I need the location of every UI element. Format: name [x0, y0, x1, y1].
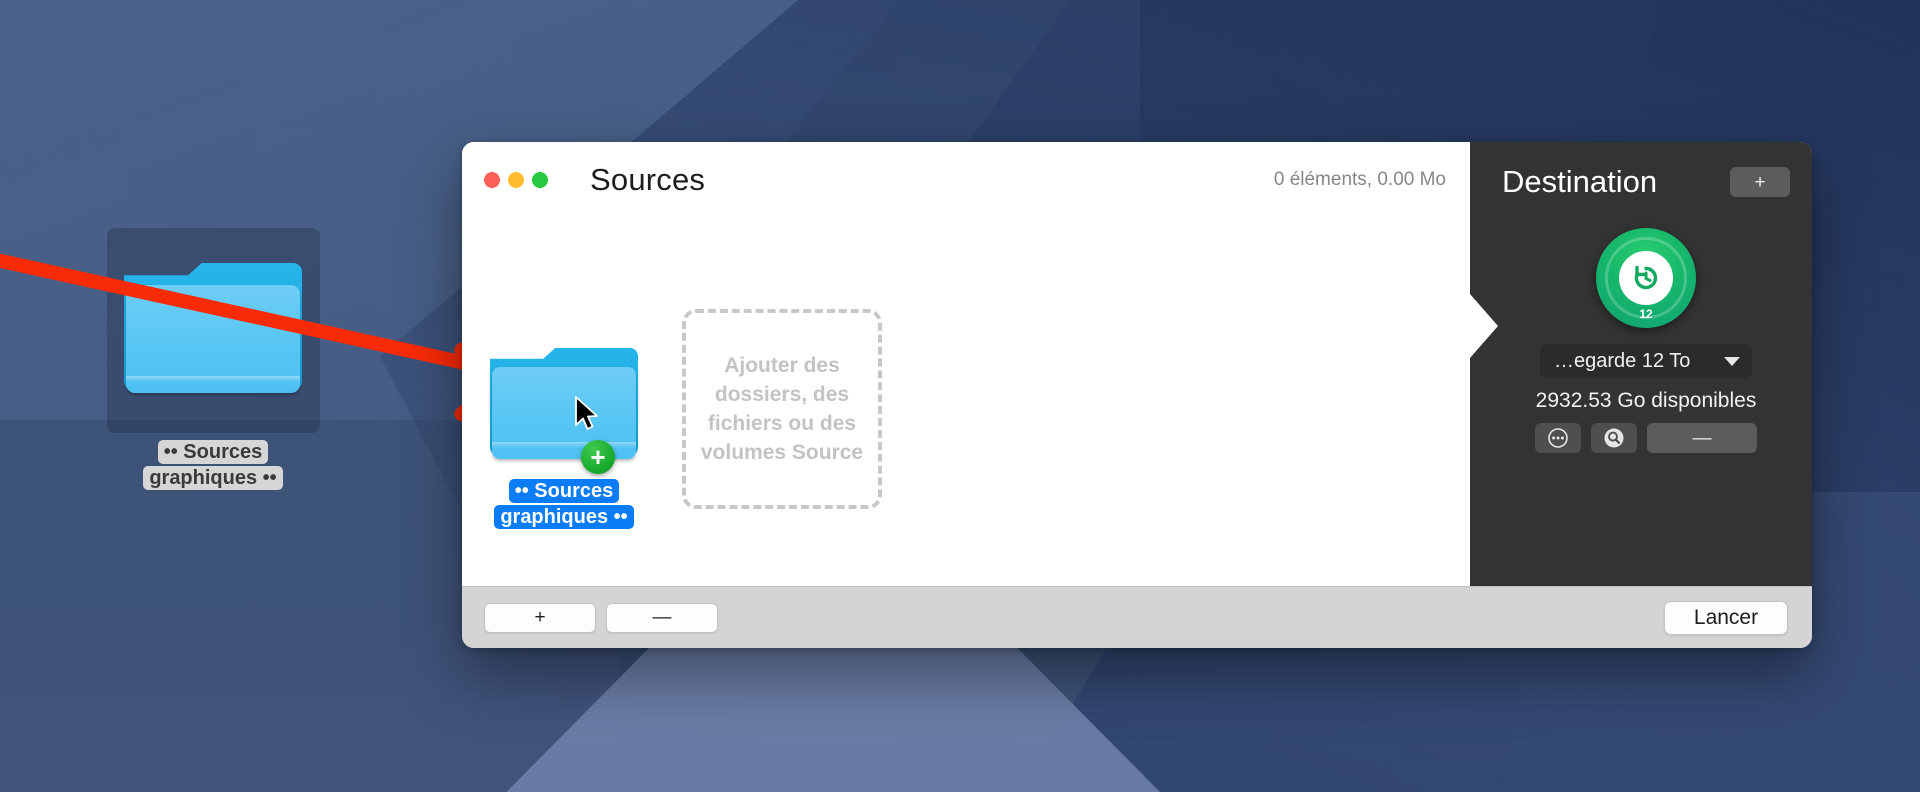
window-body: Sources 0 éléments, 0.00 Mo Ajouter des … [462, 142, 1812, 586]
desktop-folder-icon[interactable]: •• Sources graphiques •• [103, 228, 323, 491]
destination-free-space: 2932.53 Go disponibles [1535, 389, 1757, 412]
destination-select[interactable]: …egarde 12 To [1540, 344, 1752, 378]
disk-badge-label: 12 [1639, 307, 1653, 321]
sources-titlebar: Sources 0 éléments, 0.00 Mo [462, 142, 1470, 218]
destination-reveal-button[interactable] [1591, 423, 1637, 453]
sources-pane: Sources 0 éléments, 0.00 Mo Ajouter des … [462, 142, 1470, 586]
dropzone-label: Ajouter des dossiers, des fichiers ou de… [700, 354, 864, 464]
destination-title: Destination [1502, 164, 1658, 199]
time-machine-disk-icon[interactable]: 12 [1596, 228, 1696, 328]
search-icon [1604, 428, 1624, 448]
remove-source-button[interactable]: — [606, 602, 718, 633]
destination-select-value: …egarde 12 To [1554, 349, 1691, 372]
destination-options-button[interactable] [1535, 423, 1581, 453]
chevron-down-icon [1724, 356, 1740, 366]
page-title: Sources [590, 162, 706, 197]
dragged-item-label-text: •• Sources graphiques •• [494, 479, 634, 529]
remove-destination-button[interactable]: — [1647, 423, 1757, 453]
sources-count-label: 0 éléments, 0.00 Mo [1273, 169, 1446, 190]
destination-pane: Destination + 12 …egarde 12 To 2932.53 G… [1470, 142, 1812, 586]
add-badge-icon: + [581, 440, 615, 474]
zoom-window-button[interactable] [532, 172, 548, 188]
dragged-source-item[interactable]: + •• Sources graphiques •• [464, 348, 664, 530]
folder-front-shape [492, 367, 636, 459]
close-window-button[interactable] [484, 172, 500, 188]
mouse-cursor-icon [574, 396, 600, 437]
minimize-window-button[interactable] [508, 172, 524, 188]
add-destination-button[interactable]: + [1730, 167, 1790, 197]
launch-button[interactable]: Lancer [1664, 600, 1788, 635]
destination-notch-icon [1470, 294, 1498, 358]
desktop-icon-label-text: •• Sources graphiques •• [143, 440, 283, 490]
add-sources-dropzone[interactable]: Ajouter des dossiers, des fichiers ou de… [682, 309, 882, 509]
app-window[interactable]: Sources 0 éléments, 0.00 Mo Ajouter des … [462, 142, 1812, 648]
sources-canvas[interactable]: Ajouter des dossiers, des fichiers ou de… [462, 218, 1470, 586]
ellipsis-circle-icon [1548, 428, 1568, 448]
folder-icon: + [490, 348, 638, 474]
desktop-background: •• Sources graphiques •• Sources 0 éléme… [0, 0, 1920, 792]
add-badge-label: + [590, 442, 606, 472]
traffic-lights [484, 172, 548, 188]
destination-actions: — [1535, 423, 1757, 453]
dragged-item-label: •• Sources graphiques •• [488, 478, 640, 530]
desktop-icon-label: •• Sources graphiques •• [138, 439, 288, 491]
window-footer: + — Lancer [462, 586, 1812, 648]
folder-icon [124, 262, 302, 399]
destination-header: Destination + [1502, 164, 1790, 200]
add-source-button[interactable]: + [484, 602, 596, 633]
